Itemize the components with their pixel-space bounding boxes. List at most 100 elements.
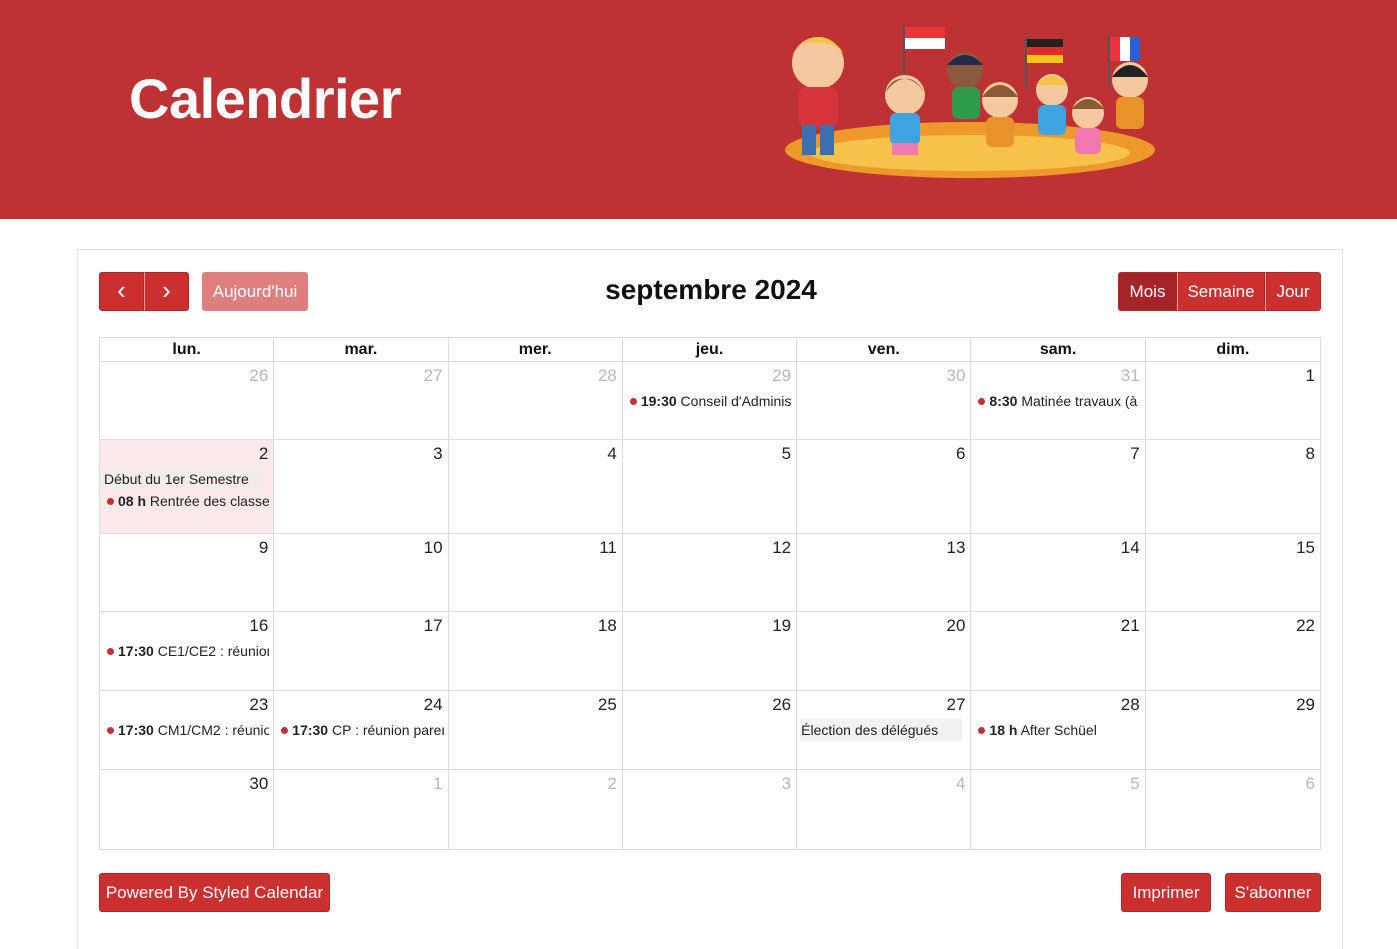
day-cell[interactable]: 20 [797, 612, 972, 690]
day-number[interactable]: 10 [278, 538, 443, 562]
day-number[interactable]: 8 [1150, 444, 1316, 468]
day-cell[interactable]: 30 [100, 770, 275, 849]
day-number[interactable]: 13 [801, 538, 966, 562]
allday-event[interactable]: Début du 1er Semestre [103, 468, 266, 490]
powered-by-button[interactable]: Powered By Styled Calendar [99, 873, 330, 912]
day-cell[interactable]: 3 [623, 770, 798, 849]
day-cell[interactable]: 16 17:30 CE1/CE2 : réunion [100, 612, 275, 690]
day-cell[interactable]: 2919:30 Conseil d'Administration [623, 362, 798, 439]
calendar-event[interactable]: 17:30 CP : réunion parents [278, 719, 444, 741]
day-cell[interactable]: 19 [623, 612, 798, 690]
day-number[interactable]: 5 [975, 774, 1140, 798]
day-number[interactable]: 24 [278, 695, 443, 719]
calendar-event[interactable]: 18 h After Schüel [975, 719, 1140, 741]
day-number[interactable]: 21 [975, 616, 1140, 640]
day-number[interactable]: 11 [453, 538, 618, 562]
day-number[interactable]: 4 [801, 774, 966, 798]
day-cell[interactable]: 29 [1146, 691, 1320, 769]
day-number[interactable]: 29 [1150, 695, 1316, 719]
day-cell[interactable]: 4 [797, 770, 972, 849]
day-number[interactable]: 1 [1150, 366, 1316, 390]
day-number[interactable]: 7 [975, 444, 1140, 468]
day-cell[interactable]: 2 [449, 770, 623, 849]
day-number[interactable]: 25 [453, 695, 618, 719]
day-number[interactable]: 30 [801, 366, 966, 390]
day-number[interactable]: 17 [278, 616, 443, 640]
day-cell[interactable]: 5 [971, 770, 1146, 849]
day-cell[interactable]: 25 [449, 691, 623, 769]
day-number[interactable]: 2 [104, 444, 269, 468]
day-number[interactable]: 27 [278, 366, 443, 390]
day-cell[interactable]: 11 [449, 534, 623, 611]
day-cell[interactable]: 7 [971, 440, 1146, 533]
day-cell[interactable]: 10 [274, 534, 449, 611]
calendar-event[interactable]: 8:30 Matinée travaux (à [975, 390, 1140, 412]
view-month-button[interactable]: Mois [1118, 272, 1177, 311]
day-number[interactable]: 1 [278, 774, 443, 798]
day-number[interactable]: 3 [627, 774, 792, 798]
day-number[interactable]: 31 [975, 366, 1140, 390]
day-number[interactable]: 5 [627, 444, 792, 468]
calendar-event[interactable]: 19:30 Conseil d'Administration [627, 390, 792, 412]
day-number[interactable]: 15 [1150, 538, 1316, 562]
day-number[interactable]: 29 [627, 366, 792, 390]
print-button[interactable]: Imprimer [1121, 873, 1211, 912]
day-cell[interactable]: 28 18 h After Schüel [971, 691, 1146, 769]
day-cell[interactable]: 8 [1146, 440, 1320, 533]
day-number[interactable]: 20 [801, 616, 966, 640]
day-cell[interactable]: 6 [1146, 770, 1320, 849]
day-number[interactable]: 4 [453, 444, 618, 468]
calendar-event[interactable]: 08 h Rentrée des classes [104, 490, 269, 512]
day-cell[interactable]: 5 [623, 440, 798, 533]
day-number[interactable]: 2 [453, 774, 618, 798]
day-number[interactable]: 6 [1150, 774, 1316, 798]
day-number[interactable]: 22 [1150, 616, 1316, 640]
calendar-event[interactable]: 17:30 CM1/CM2 : réunion [104, 719, 269, 741]
day-number[interactable]: 16 [104, 616, 269, 640]
day-number[interactable]: 12 [627, 538, 792, 562]
day-cell[interactable]: 28 [449, 362, 623, 439]
calendar-event[interactable]: 17:30 CE1/CE2 : réunion [104, 640, 269, 662]
day-cell[interactable]: 21 [971, 612, 1146, 690]
day-cell[interactable]: 1 [1146, 362, 1320, 439]
day-number[interactable]: 30 [104, 774, 269, 798]
day-cell[interactable]: 31 8:30 Matinée travaux (à [971, 362, 1146, 439]
day-cell[interactable]: 18 [449, 612, 623, 690]
day-cell[interactable]: 26 [100, 362, 275, 439]
day-cell[interactable]: 6 [797, 440, 972, 533]
day-number[interactable]: 26 [104, 366, 269, 390]
day-cell[interactable]: 2417:30 CP : réunion parents [274, 691, 449, 769]
day-cell[interactable]: 1 [274, 770, 449, 849]
day-number[interactable]: 19 [627, 616, 792, 640]
day-number[interactable]: 26 [627, 695, 792, 719]
day-cell[interactable]: 17 [274, 612, 449, 690]
day-cell[interactable]: 3 [274, 440, 449, 533]
day-number[interactable]: 6 [801, 444, 966, 468]
view-day-button[interactable]: Jour [1265, 272, 1321, 311]
day-cell[interactable]: 9 [100, 534, 275, 611]
day-number[interactable]: 18 [453, 616, 618, 640]
view-week-button[interactable]: Semaine [1177, 272, 1265, 311]
subscribe-button[interactable]: S'abonner [1225, 873, 1321, 912]
day-number[interactable]: 14 [975, 538, 1140, 562]
day-cell[interactable]: 27 Élection des délégués [797, 691, 972, 769]
day-cell[interactable]: 27 [274, 362, 449, 439]
day-cell[interactable]: 12 [623, 534, 798, 611]
day-number[interactable]: 28 [453, 366, 618, 390]
event-dot-icon [629, 398, 637, 406]
day-cell[interactable]: 2 Début du 1er Semestre 08 h Rentrée des c… [100, 440, 275, 533]
day-number[interactable]: 9 [104, 538, 269, 562]
day-cell[interactable]: 14 [971, 534, 1146, 611]
day-cell[interactable]: 26 [623, 691, 798, 769]
day-number[interactable]: 28 [975, 695, 1140, 719]
day-cell[interactable]: 22 [1146, 612, 1320, 690]
day-number[interactable]: 23 [104, 695, 269, 719]
allday-event[interactable]: Élection des délégués [800, 719, 963, 741]
day-number[interactable]: 27 [801, 695, 966, 719]
day-cell[interactable]: 4 [449, 440, 623, 533]
day-cell[interactable]: 23 17:30 CM1/CM2 : réunion [100, 691, 275, 769]
day-number[interactable]: 3 [278, 444, 443, 468]
day-cell[interactable]: 30 [797, 362, 972, 439]
day-cell[interactable]: 13 [797, 534, 972, 611]
day-cell[interactable]: 15 [1146, 534, 1320, 611]
